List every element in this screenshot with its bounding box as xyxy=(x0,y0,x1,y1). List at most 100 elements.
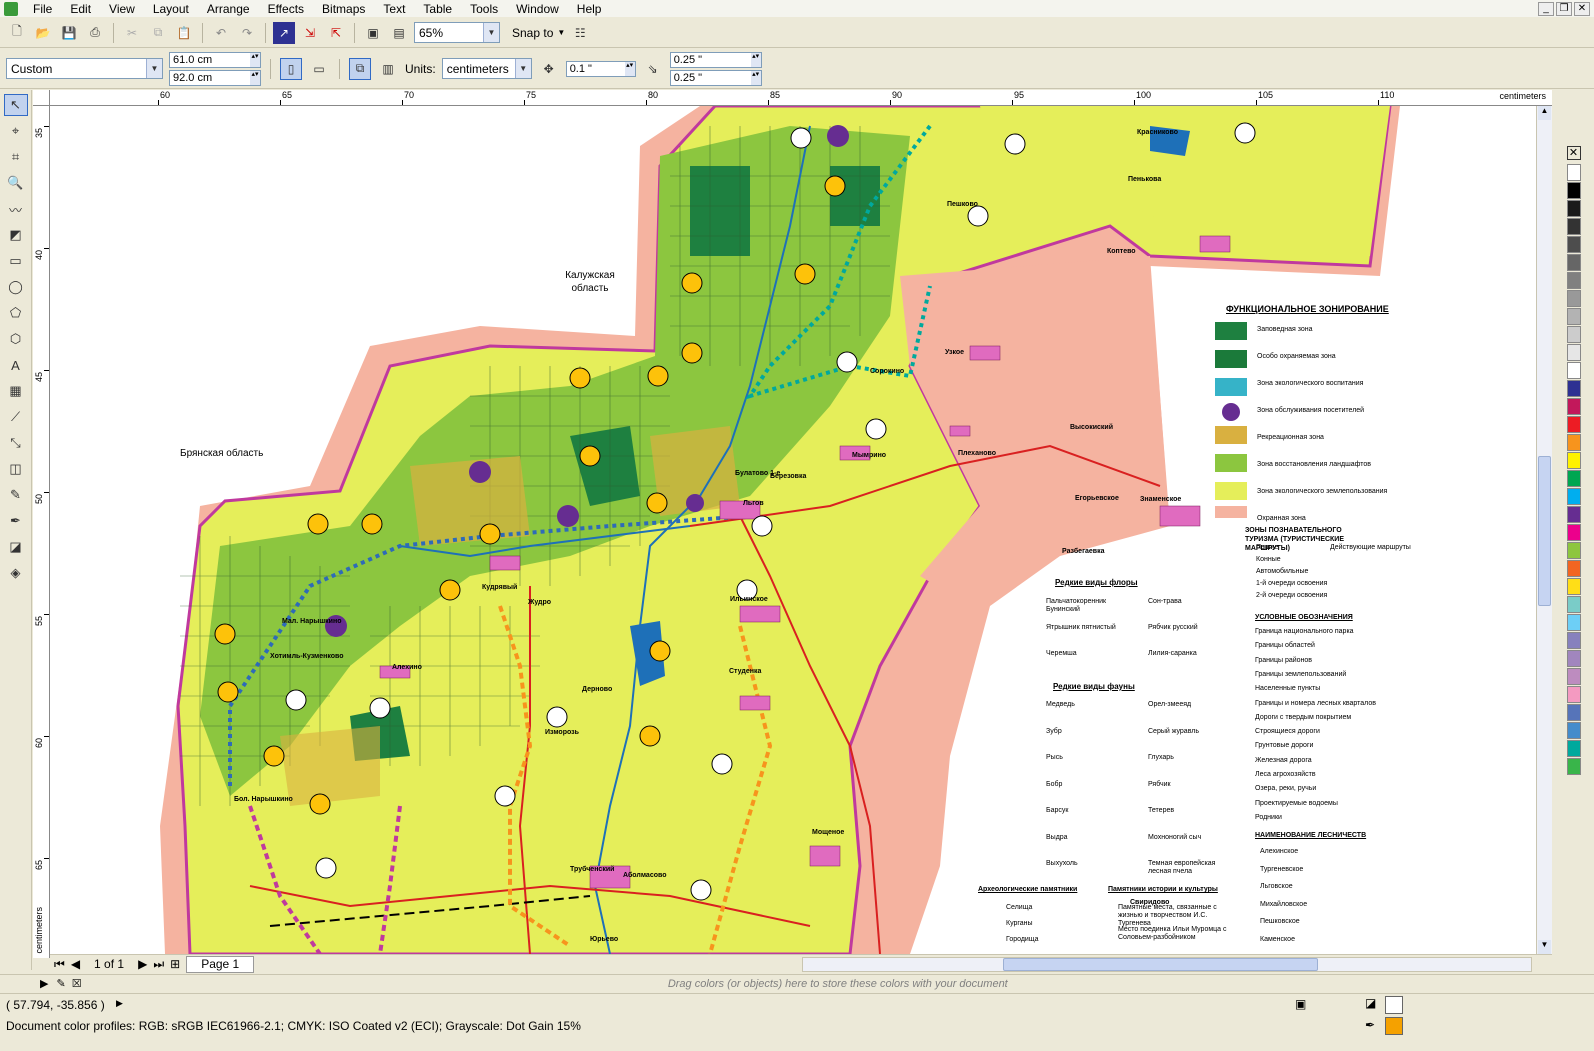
save-icon[interactable]: 💾 xyxy=(58,22,80,44)
polygon-tool-icon[interactable]: ⬠ xyxy=(4,302,28,324)
shape-tool-icon[interactable]: ⌖ xyxy=(4,120,28,142)
menu-edit[interactable]: Edit xyxy=(61,2,100,16)
first-page-icon[interactable]: ⏮ xyxy=(54,957,65,972)
vertical-ruler[interactable]: centimeters 35 40 45 50 55 60 65 xyxy=(33,106,50,958)
document-palette-bar[interactable]: ▶ ✎ ☒ Drag colors (or objects) here to s… xyxy=(0,974,1594,992)
outline-color-swatch[interactable] xyxy=(1385,996,1403,1014)
palette-swatch[interactable] xyxy=(1566,164,1581,181)
play-icon[interactable]: ▶ xyxy=(116,998,123,1009)
search-content-icon[interactable]: ↗ xyxy=(273,21,295,44)
palette-swatch[interactable] xyxy=(1566,758,1581,775)
palette-swatch[interactable] xyxy=(1566,704,1581,721)
palette-swatch[interactable] xyxy=(1566,686,1581,703)
palette-swatch[interactable] xyxy=(1566,380,1581,397)
palette-swatch[interactable] xyxy=(1566,596,1581,613)
menu-effects[interactable]: Effects xyxy=(259,2,313,16)
close-icon[interactable]: ✕ xyxy=(1574,1,1590,16)
duplicate-y-field[interactable]: 0.25 " ▴▾ xyxy=(669,69,762,86)
open-icon[interactable]: 📂 xyxy=(32,22,54,44)
palette-play-icon[interactable]: ▶ xyxy=(40,977,48,990)
duplicate-x-field[interactable]: 0.25 " ▴▾ xyxy=(669,51,762,68)
rectangle-tool-icon[interactable]: ▭ xyxy=(4,250,28,272)
all-pages-icon[interactable]: ⧉ xyxy=(349,57,371,80)
copy-icon[interactable]: ⧉ xyxy=(147,22,169,44)
units-select[interactable]: centimeters ▼ xyxy=(441,58,532,79)
minimize-icon[interactable]: _ xyxy=(1538,1,1554,16)
menu-help[interactable]: Help xyxy=(568,2,611,16)
interactive-fill-icon[interactable]: ◈ xyxy=(4,562,28,584)
spin-icon[interactable]: ▴▾ xyxy=(750,52,761,67)
new-document-icon[interactable]: 🗋 xyxy=(6,22,28,44)
table-tool-icon[interactable]: ▦ xyxy=(4,380,28,402)
palette-swatch[interactable] xyxy=(1566,290,1581,307)
drawing-canvas[interactable]: Калужская область Брянская область Узкое… xyxy=(50,106,1536,954)
scroll-down-icon[interactable]: ▼ xyxy=(1538,940,1551,954)
page-height-field[interactable]: 92.0 cm ▴▾ xyxy=(169,69,261,86)
menu-window[interactable]: Window xyxy=(507,2,568,16)
scroll-up-icon[interactable]: ▲ xyxy=(1538,106,1551,120)
ellipse-tool-icon[interactable]: ◯ xyxy=(4,276,28,298)
cut-icon[interactable]: ✂ xyxy=(121,22,143,44)
crop-tool-icon[interactable]: ⌗ xyxy=(4,146,28,168)
text-tool-icon[interactable]: A xyxy=(4,354,28,376)
palette-swatch[interactable] xyxy=(1566,272,1581,289)
basic-shapes-icon[interactable]: ⬡ xyxy=(4,328,28,350)
menu-layout[interactable]: Layout xyxy=(144,2,198,16)
palette-swatch[interactable] xyxy=(1566,560,1581,577)
add-page-icon[interactable]: ⊞ xyxy=(170,957,180,971)
palette-swatch[interactable] xyxy=(1566,740,1581,757)
blend-tool-icon[interactable]: ◫ xyxy=(4,458,28,480)
export-icon[interactable]: ⇱ xyxy=(325,22,347,44)
menu-arrange[interactable]: Arrange xyxy=(198,2,259,16)
redo-icon[interactable]: ↷ xyxy=(236,22,258,44)
palette-swatch[interactable] xyxy=(1566,254,1581,271)
smart-fill-icon[interactable]: ◩ xyxy=(4,224,28,246)
palette-swatch[interactable] xyxy=(1566,542,1581,559)
palette-swatch[interactable] xyxy=(1566,524,1581,541)
menu-tools[interactable]: Tools xyxy=(461,2,507,16)
color-proof-icon[interactable]: ▣ xyxy=(1295,997,1306,1011)
menu-text[interactable]: Text xyxy=(374,2,414,16)
horizontal-ruler[interactable]: centimeters 60 65 70 75 80 85 90 95 100 105 110 xyxy=(50,90,1552,106)
page-size-select[interactable]: Custom ▼ xyxy=(6,58,163,79)
nudge-distance-field[interactable]: 0.1 " ▴▾ xyxy=(565,60,636,77)
palette-swatch[interactable] xyxy=(1566,308,1581,325)
palette-swatch[interactable] xyxy=(1566,398,1581,415)
connector-tool-icon[interactable]: ⤡ xyxy=(4,432,28,454)
palette-swatch[interactable] xyxy=(1566,218,1581,235)
palette-swatch[interactable] xyxy=(1566,344,1581,361)
snap-to-label[interactable]: Snap to xyxy=(512,26,553,40)
palette-swatch[interactable] xyxy=(1566,236,1581,253)
page-width-field[interactable]: 61.0 cm ▴▾ xyxy=(169,51,261,68)
next-page-icon[interactable]: ▶ xyxy=(138,957,147,971)
palette-swatch[interactable] xyxy=(1566,578,1581,595)
palette-swatch[interactable] xyxy=(1566,362,1581,379)
spin-icon[interactable]: ▴▾ xyxy=(624,61,635,76)
outline-pen-icon[interactable]: ✒ xyxy=(4,510,28,532)
menu-table[interactable]: Table xyxy=(414,2,461,16)
palette-swatch[interactable] xyxy=(1566,470,1581,487)
dimension-tool-icon[interactable]: ⟋ xyxy=(4,406,28,428)
palette-swatch[interactable] xyxy=(1566,650,1581,667)
prev-page-icon[interactable]: ◀ xyxy=(71,957,80,971)
palette-swatch[interactable] xyxy=(1566,326,1581,343)
no-color-icon[interactable]: ☒ xyxy=(72,977,82,990)
zoom-tool-icon[interactable]: 🔍 xyxy=(4,172,28,194)
paste-icon[interactable]: 📋 xyxy=(173,22,195,44)
eyedropper-icon[interactable]: ✎ xyxy=(56,977,65,990)
palette-swatch[interactable] xyxy=(1566,506,1581,523)
horizontal-scrollbar[interactable] xyxy=(802,956,1532,972)
menu-view[interactable]: View xyxy=(100,2,144,16)
color-profiles[interactable]: Document color profiles: RGB: sRGB IEC61… xyxy=(6,1019,581,1033)
last-page-icon[interactable]: ⏭ xyxy=(153,957,164,972)
chevron-down-icon[interactable]: ▼ xyxy=(557,28,565,37)
restore-icon[interactable]: ❐ xyxy=(1556,1,1572,16)
menu-bitmaps[interactable]: Bitmaps xyxy=(313,2,374,16)
spin-icon[interactable]: ▴▾ xyxy=(750,70,761,85)
options-icon[interactable]: ☷ xyxy=(569,22,591,44)
landscape-icon[interactable]: ▭ xyxy=(308,58,330,80)
fill-color-swatch[interactable] xyxy=(1385,1017,1403,1035)
spin-icon[interactable]: ▴▾ xyxy=(250,52,260,67)
palette-swatch[interactable] xyxy=(1566,488,1581,505)
eyedropper-icon[interactable]: ✎ xyxy=(4,484,28,506)
